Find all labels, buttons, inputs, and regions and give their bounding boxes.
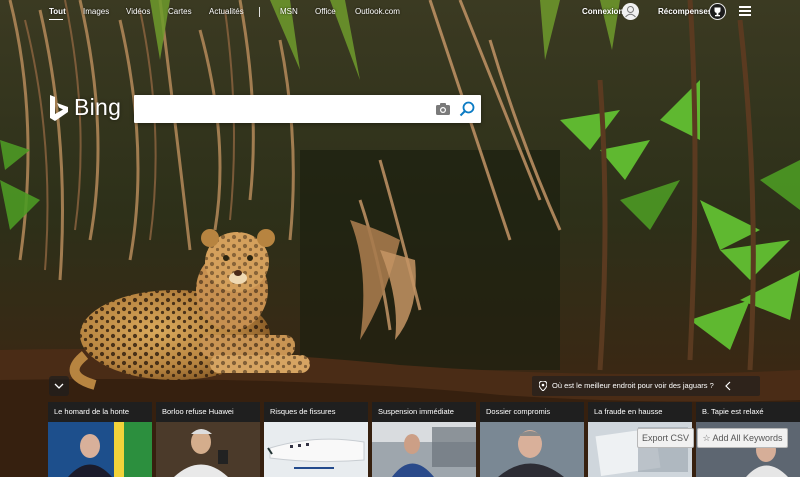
top-navigation: Tout Images Vidéos Cartes Actualités MSN… [0,0,800,24]
search-box [134,95,481,123]
news-card-image [480,422,584,477]
bing-logo-icon [50,95,68,121]
bing-wordmark: Bing [74,94,122,120]
news-card[interactable]: Borloo refuse Huawei [156,402,260,477]
menu-icon[interactable] [739,6,751,16]
tab-tout[interactable]: Tout [49,7,66,16]
news-card-title: Risques de fissures [270,407,336,416]
search-input[interactable] [140,99,434,121]
news-card[interactable]: Dossier compromis [480,402,584,477]
camera-icon[interactable] [435,102,451,116]
star-icon: ☆ [702,433,711,443]
news-card-image [156,422,260,477]
news-card-title: Dossier compromis [486,407,551,416]
tab-images[interactable]: Images [83,7,109,16]
news-card-title: La fraude en hausse [594,407,663,416]
link-office[interactable]: Office [315,7,336,16]
news-card-image [48,422,152,477]
news-card-title: Suspension immédiate [378,407,454,416]
news-card[interactable]: Risques de fissures [264,402,368,477]
news-card-title: B. Tapie est relaxé [702,407,764,416]
nav-divider [259,7,260,17]
tab-videos[interactable]: Vidéos [126,7,150,16]
news-card-image [264,422,368,477]
news-card-image [372,422,476,477]
news-card[interactable]: Le homard de la honte [48,402,152,477]
add-all-keywords-label: Add All Keywords [712,433,783,443]
image-question-text: Où est le meilleur endroit pour voir des… [552,381,714,390]
news-card-title: Le homard de la honte [54,407,130,416]
tab-actualites[interactable]: Actualités [209,7,244,16]
tab-cartes[interactable]: Cartes [168,7,192,16]
trophy-icon[interactable] [709,3,726,20]
export-csv-button[interactable]: Export CSV [637,428,694,448]
signin-link[interactable]: Connexion [582,7,623,16]
news-card-title: Borloo refuse Huawei [162,407,234,416]
link-msn[interactable]: MSN [280,7,298,16]
chevron-left-icon[interactable] [725,381,731,391]
search-icon[interactable] [458,100,476,118]
image-question-bar[interactable]: Où est le meilleur endroit pour voir des… [532,376,760,396]
rewards-link[interactable]: Récompenses [658,7,712,16]
active-tab-indicator [49,19,63,20]
collapse-news-button[interactable] [49,376,69,396]
location-pin-icon [539,381,547,391]
link-outlook[interactable]: Outlook.com [355,7,400,16]
add-all-keywords-button[interactable]: ☆ Add All Keywords [697,428,788,448]
avatar-icon[interactable] [622,3,639,20]
news-card[interactable]: Suspension immédiate [372,402,476,477]
chevron-down-icon [54,383,64,389]
